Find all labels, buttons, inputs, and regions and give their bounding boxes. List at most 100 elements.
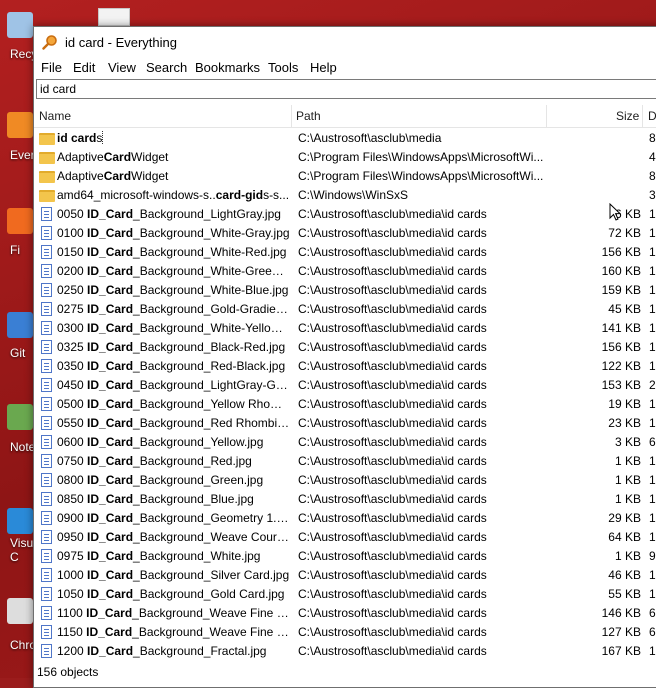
jpg-file-icon — [41, 473, 52, 487]
result-row[interactable]: 1200 ID_Card_Background_Fractal.jpg C:\Au… — [34, 642, 656, 661]
result-path: C:\Austrosoft\asclub\media\id cards — [298, 378, 487, 392]
menu-edit[interactable]: Edit — [73, 60, 95, 75]
result-path: C:\Austrosoft\asclub\media\id cards — [298, 302, 487, 316]
desktop-icon-firefox[interactable]: Fi — [4, 208, 36, 257]
menu-file[interactable]: File — [41, 60, 62, 75]
result-row[interactable]: 0100 ID_Card_Background_White-Gray.jpg C:… — [34, 224, 656, 243]
menu-search[interactable]: Search — [146, 60, 187, 75]
jpg-file-icon — [41, 397, 52, 411]
column-header-date[interactable]: Da — [648, 105, 656, 127]
desktop-icon-label: Ever — [10, 148, 35, 162]
result-size: 6 KB — [614, 207, 641, 221]
result-row[interactable]: 0500 ID_Card_Background_Yellow Rhomb... C… — [34, 395, 656, 414]
column-header-name[interactable]: Name — [39, 105, 71, 127]
result-row[interactable]: 0550 ID_Card_Background_Red Rhombi.jpg C:… — [34, 414, 656, 433]
result-row[interactable]: 1100 ID_Card_Background_Weave Fine Bl...… — [34, 604, 656, 623]
result-date: 12 — [649, 207, 656, 221]
desktop-icon-label: Note — [10, 440, 36, 454]
jpg-file-icon — [41, 359, 52, 373]
column-divider[interactable] — [642, 105, 643, 127]
result-row[interactable]: 0975 ID_Card_Background_White.jpg C:\Aust… — [34, 547, 656, 566]
column-header-path[interactable]: Path — [296, 105, 321, 127]
result-row[interactable]: 0300 ID_Card_Background_White-Yellow.j..… — [34, 319, 656, 338]
result-size: 64 KB — [608, 530, 641, 544]
menu-help[interactable]: Help — [310, 60, 337, 75]
jpg-file-icon — [41, 644, 52, 658]
desktop-icon-recycle[interactable]: Recyc — [4, 12, 43, 61]
result-date: 4, — [649, 150, 656, 164]
jpg-file-icon — [41, 264, 52, 278]
jpg-file-icon — [41, 435, 52, 449]
result-row[interactable]: 0250 ID_Card_Background_White-Blue.jpg C:… — [34, 281, 656, 300]
result-path: C:\Austrosoft\asclub\media\id cards — [298, 625, 487, 639]
result-row[interactable]: 0600 ID_Card_Background_Yellow.jpg C:\Aus… — [34, 433, 656, 452]
result-row[interactable]: 1150 ID_Card_Background_Weave Fine Re...… — [34, 623, 656, 642]
result-row[interactable]: 0275 ID_Card_Background_Gold-Gradient...… — [34, 300, 656, 319]
result-date: 12 — [649, 511, 656, 525]
desktop-icon-label: Fi — [10, 243, 20, 257]
result-size: 153 KB — [601, 378, 641, 392]
result-row[interactable]: amd64_microsoft-windows-s..card-gids-s..… — [34, 186, 656, 205]
result-name: 0800 ID_Card_Background_Green.jpg — [57, 473, 264, 487]
desktop-icon-everything[interactable]: Ever — [4, 112, 36, 162]
result-row[interactable]: 0450 ID_Card_Background_LightGray-Gra...… — [34, 376, 656, 395]
result-path: C:\Austrosoft\asclub\media\id cards — [298, 245, 487, 259]
search-input[interactable] — [36, 79, 656, 99]
result-row[interactable]: 0950 ID_Card_Background_Weave Course....… — [34, 528, 656, 547]
result-row[interactable]: 0800 ID_Card_Background_Green.jpg C:\Aust… — [34, 471, 656, 490]
desktop-icon-chrome[interactable]: Chro — [4, 598, 36, 652]
jpg-file-icon — [41, 587, 52, 601]
result-date: 6, — [649, 606, 656, 620]
menu-bookmarks[interactable]: Bookmarks — [195, 60, 260, 75]
jpg-file-icon — [41, 625, 52, 639]
result-row[interactable]: 0850 ID_Card_Background_Blue.jpg C:\Austr… — [34, 490, 656, 509]
result-name: 0350 ID_Card_Background_Red-Black.jpg — [57, 359, 286, 373]
menu-tools[interactable]: Tools — [268, 60, 298, 75]
result-path: C:\Austrosoft\asclub\media\id cards — [298, 492, 487, 506]
result-row[interactable]: 0325 ID_Card_Background_Black-Red.jpg C:\… — [34, 338, 656, 357]
result-date: 6, — [649, 625, 656, 639]
result-row[interactable]: id cards C:\Austrosoft\asclub\media 8, — [34, 129, 656, 148]
column-header-row: Name Path Size Da — [34, 105, 656, 128]
result-date: 8, — [649, 169, 656, 183]
result-name: AdaptiveCardWidget — [57, 169, 169, 183]
desktop-icon-vscode[interactable]: Visua C — [4, 508, 40, 564]
result-row[interactable]: 0200 ID_Card_Background_White-Green.jpg C… — [34, 262, 656, 281]
desktop-icon-git[interactable]: Git — [4, 312, 36, 360]
column-header-size[interactable]: Size — [616, 105, 639, 127]
desktop-icon-label: Git — [10, 346, 26, 360]
result-path: C:\Austrosoft\asclub\media\id cards — [298, 511, 487, 525]
result-path: C:\Austrosoft\asclub\media\id cards — [298, 644, 487, 658]
result-row[interactable]: AdaptiveCardWidget C:\Program Files\Windo… — [34, 148, 656, 167]
result-row[interactable]: 0350 ID_Card_Background_Red-Black.jpg C:\… — [34, 357, 656, 376]
result-name: 1150 ID_Card_Background_Weave Fine Re... — [57, 625, 290, 639]
result-row[interactable]: 0750 ID_Card_Background_Red.jpg C:\Austro… — [34, 452, 656, 471]
result-row[interactable]: 0150 ID_Card_Background_White-Red.jpg C:\… — [34, 243, 656, 262]
result-name: 1050 ID_Card_Background_Gold Card.jpg — [57, 587, 285, 601]
result-path: C:\Austrosoft\asclub\media\id cards — [298, 549, 487, 563]
jpg-file-icon — [41, 245, 52, 259]
result-name: 0275 ID_Card_Background_Gold-Gradient...… — [57, 302, 290, 316]
result-row[interactable]: 0050 ID_Card_Background_LightGray.jpg C:\… — [34, 205, 656, 224]
background-window[interactable] — [98, 8, 130, 26]
jpg-file-icon — [41, 302, 52, 316]
result-name: 0500 ID_Card_Background_Yellow Rhomb... — [57, 397, 290, 411]
result-name: 0550 ID_Card_Background_Red Rhombi.jpg — [57, 416, 290, 430]
result-row[interactable]: 0900 ID_Card_Background_Geometry 1.jpg C:… — [34, 509, 656, 528]
column-divider[interactable] — [546, 105, 547, 127]
result-date: 1, — [649, 416, 656, 430]
result-row[interactable]: AdaptiveCardWidget C:\Program Files\Windo… — [34, 167, 656, 186]
result-row[interactable]: 1000 ID_Card_Background_Silver Card.jpg C… — [34, 566, 656, 585]
result-date: 1, — [649, 283, 656, 297]
jpg-file-icon — [41, 283, 52, 297]
result-size: 156 KB — [601, 340, 641, 354]
menu-view[interactable]: View — [108, 60, 136, 75]
result-row[interactable]: 1050 ID_Card_Background_Gold Card.jpg C:\… — [34, 585, 656, 604]
recycle-icon — [7, 12, 33, 38]
result-path: C:\Austrosoft\asclub\media\id cards — [298, 321, 487, 335]
result-path: C:\Austrosoft\asclub\media\id cards — [298, 340, 487, 354]
desktop-icon-notepad[interactable]: Note — [4, 404, 36, 454]
column-divider[interactable] — [291, 105, 292, 127]
result-size: 122 KB — [601, 359, 641, 373]
title-bar[interactable]: id card - Everything — [34, 27, 656, 57]
